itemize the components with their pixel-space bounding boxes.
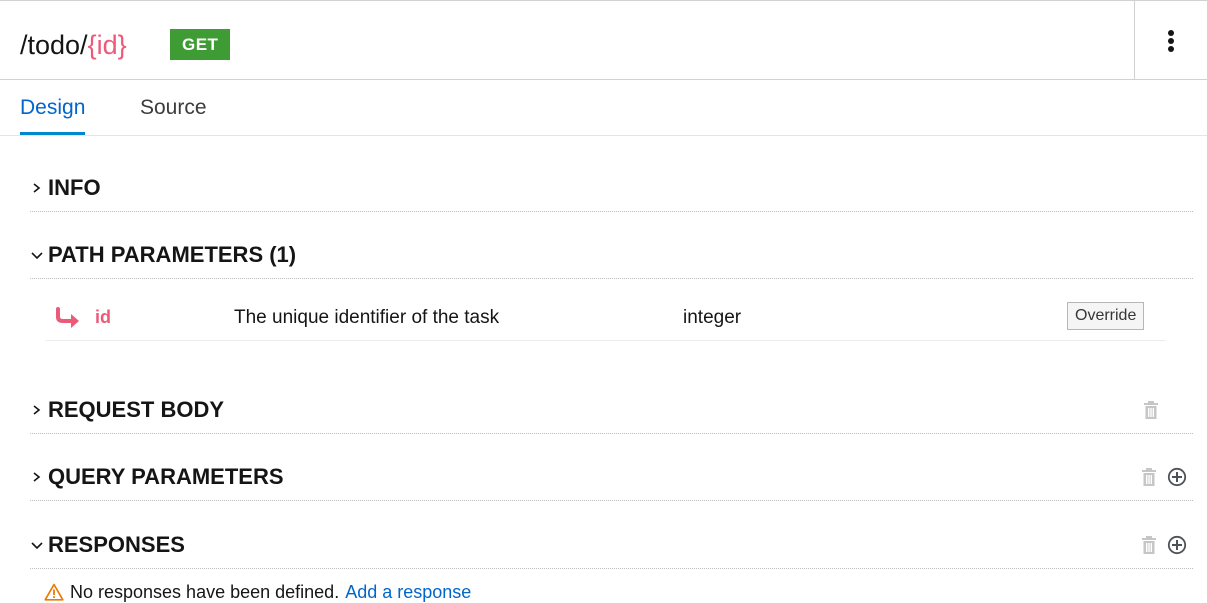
method-badge: GET (170, 29, 231, 60)
trash-icon[interactable] (1141, 467, 1157, 487)
section-title-info: INFO (48, 175, 101, 200)
add-circle-icon[interactable] (1167, 535, 1187, 555)
section-path-parameters[interactable]: PATH PARAMETERS (1) (30, 233, 1193, 279)
path-prefix: /todo/ (20, 30, 88, 60)
chevron-right-icon (33, 405, 41, 415)
path-parameter-row: id The unique identifier of the task int… (46, 296, 1166, 341)
param-type: integer (683, 307, 742, 328)
kebab-menu-icon[interactable] (1167, 29, 1175, 53)
path-param: {id} (87, 30, 127, 60)
override-button[interactable]: Override (1067, 302, 1145, 330)
param-name[interactable]: id (95, 307, 111, 328)
responses-empty-state: No responses have been defined. Add a re… (44, 581, 471, 603)
tab-source[interactable]: Source (140, 94, 207, 122)
kebab-menu-button[interactable] (1134, 1, 1207, 80)
add-response-link[interactable]: Add a response (345, 581, 471, 603)
section-title-request-body: REQUEST BODY (48, 397, 225, 422)
param-description: The unique identifier of the task (234, 307, 500, 328)
section-responses[interactable]: RESPONSES (30, 523, 1193, 569)
empty-message: No responses have been defined. (70, 582, 340, 602)
add-circle-icon[interactable] (1167, 467, 1187, 487)
chevron-right-icon (33, 472, 41, 482)
operation-header: /todo/{id} GET (0, 0, 1207, 80)
tab-design[interactable]: Design (20, 94, 86, 135)
section-title-query-parameters: QUERY PARAMETERS (48, 464, 284, 489)
query-parameters-actions (1141, 467, 1187, 487)
path-param-arrow-icon (56, 307, 79, 328)
section-info[interactable]: INFO (30, 166, 1193, 212)
responses-actions (1141, 535, 1187, 555)
section-title-responses: RESPONSES (48, 532, 185, 557)
operation-path: /todo/{id} (20, 28, 127, 62)
chevron-right-icon (33, 183, 41, 193)
editor-tabs: Design Source (0, 80, 1207, 136)
trash-icon[interactable] (1141, 535, 1157, 555)
warning-icon (44, 583, 64, 601)
request-body-actions (1143, 400, 1159, 420)
section-query-parameters[interactable]: QUERY PARAMETERS (30, 455, 1193, 501)
trash-icon[interactable] (1143, 400, 1159, 420)
section-request-body[interactable]: REQUEST BODY (30, 388, 1193, 434)
chevron-down-icon (31, 542, 43, 550)
section-title-path-parameters: PATH PARAMETERS (1) (48, 242, 297, 267)
chevron-down-icon (31, 252, 43, 260)
